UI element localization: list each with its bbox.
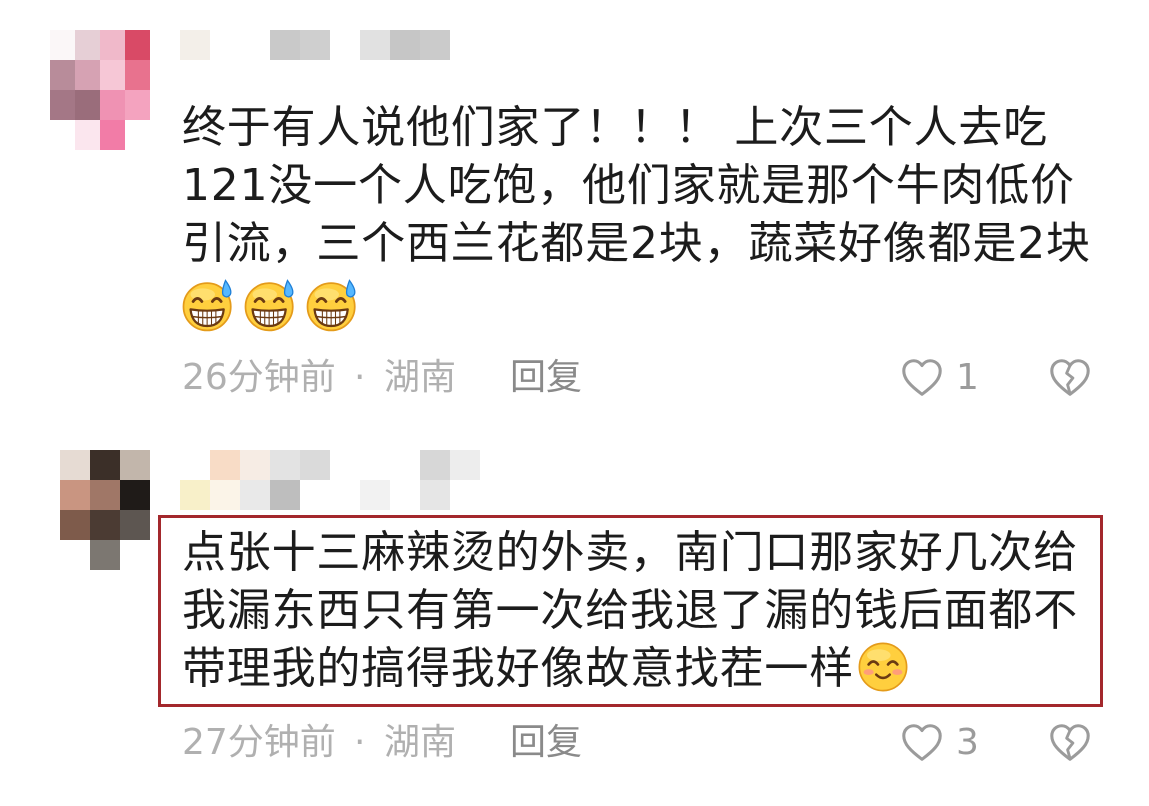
comment-text-line: 点张十三麻辣烫的外卖，南门口那家好几次给 [182, 527, 1078, 578]
timestamp: 26分钟前 [182, 357, 336, 398]
mosaic-cell [60, 480, 90, 510]
mosaic-cell [120, 540, 150, 570]
mosaic-cell [75, 120, 100, 150]
username[interactable] [180, 450, 480, 510]
heart-outline-icon [902, 359, 942, 396]
like-count: 1 [956, 357, 979, 398]
mosaic-cell [50, 60, 75, 90]
comment-meta: 26分钟前 · 湖南 回复 1 [0, 355, 1149, 401]
grinning-face-with-sweat-icon [244, 279, 295, 332]
mosaic-cell [390, 450, 420, 480]
mosaic-cell [75, 90, 100, 120]
mosaic-cell [330, 480, 360, 510]
location: 湖南 [384, 357, 457, 398]
comment-list: 终于有人说他们家了！！！ 上次三个人去吃 121没一个人吃饱，他们家就是那个牛肉… [0, 0, 1149, 806]
mosaic-cell [360, 480, 390, 510]
mosaic-cell [90, 480, 120, 510]
mosaic-cell [50, 90, 75, 120]
grinning-face-with-sweat-icon [306, 279, 357, 332]
mosaic-cell [90, 540, 120, 570]
mosaic-cell [240, 30, 270, 60]
mosaic-cell [120, 480, 150, 510]
broken-heart-icon [1050, 724, 1090, 761]
mosaic-cell [180, 480, 210, 510]
broken-heart-icon [1050, 359, 1090, 396]
mosaic-cell [90, 450, 120, 480]
mosaic-cell [180, 450, 210, 480]
mosaic-cell [180, 30, 210, 60]
mosaic-cell [100, 60, 125, 90]
mosaic-cell [240, 480, 270, 510]
smiling-face-with-blush-icon [858, 642, 908, 692]
mosaic-cell [100, 30, 125, 60]
meta-separator: · [354, 722, 366, 763]
mosaic-cell [60, 540, 90, 570]
mosaic-cell [60, 450, 90, 480]
avatar[interactable] [50, 30, 150, 150]
mosaic-cell [240, 450, 270, 480]
comment-text: 终于有人说他们家了！！！ 上次三个人去吃 121没一个人吃饱，他们家就是那个牛肉… [182, 99, 1122, 273]
comment-text-line: 带理我的搞得我好像故意找茬一样 [182, 640, 1097, 698]
meta-separator: · [354, 357, 366, 398]
mosaic-cell [75, 30, 100, 60]
timestamp: 27分钟前 [182, 722, 336, 763]
mosaic-cell [210, 480, 240, 510]
mosaic-cell [100, 90, 125, 120]
mosaic-cell [50, 120, 75, 150]
mosaic-cell [360, 450, 390, 480]
reply-button[interactable]: 回复 [510, 720, 582, 766]
comment-text-line: 终于有人说他们家了！！！ 上次三个人去吃 [182, 102, 1048, 153]
mosaic-cell [390, 30, 420, 60]
mosaic-cell [330, 450, 360, 480]
comment-text-line: 我漏东西只有第一次给我退了漏的钱后面都不 [182, 585, 1078, 636]
mosaic-cell [125, 30, 150, 60]
mosaic-cell [90, 510, 120, 540]
reply-button[interactable]: 回复 [510, 355, 582, 401]
mosaic-cell [120, 510, 150, 540]
dislike-button[interactable] [1046, 355, 1094, 401]
mosaic-cell [125, 60, 150, 90]
mosaic-cell [420, 30, 450, 60]
comment-text-line: 121没一个人吃饱，他们家就是那个牛肉低价 [182, 160, 1075, 211]
mosaic-cell [60, 510, 90, 540]
dislike-button[interactable] [1046, 720, 1094, 766]
comment-meta: 27分钟前 · 湖南 回复 3 [0, 720, 1149, 766]
mosaic-cell [210, 30, 240, 60]
mosaic-cell [100, 120, 125, 150]
mosaic-cell [420, 450, 450, 480]
like-count: 3 [956, 722, 979, 763]
mosaic-cell [125, 120, 150, 150]
mosaic-cell [210, 450, 240, 480]
heart-outline-icon [902, 724, 942, 761]
username[interactable] [180, 30, 450, 60]
like-button[interactable]: 3 [898, 720, 979, 766]
mosaic-cell [450, 480, 480, 510]
mosaic-cell [120, 450, 150, 480]
mosaic-cell [390, 480, 420, 510]
emoji-row [180, 277, 360, 333]
mosaic-cell [330, 30, 360, 60]
comment-text-segment: 带理我的搞得我好像故意找茬一样 [182, 643, 854, 694]
like-button[interactable]: 1 [898, 355, 979, 401]
mosaic-cell [360, 30, 390, 60]
comment-text: 点张十三麻辣烫的外卖，南门口那家好几次给 我漏东西只有第一次给我退了漏的钱后面都… [182, 524, 1097, 698]
comment-text-line: 引流，三个西兰花都是2块，蔬菜好像都是2块 [182, 218, 1091, 269]
mosaic-cell [75, 60, 100, 90]
avatar[interactable] [60, 450, 150, 570]
grinning-face-with-sweat-icon [182, 279, 233, 332]
mosaic-cell [125, 90, 150, 120]
mosaic-cell [300, 450, 330, 480]
location: 湖南 [384, 722, 457, 763]
mosaic-cell [270, 450, 300, 480]
mosaic-cell [50, 30, 75, 60]
mosaic-cell [450, 450, 480, 480]
mosaic-cell [420, 480, 450, 510]
mosaic-cell [300, 30, 330, 60]
mosaic-cell [300, 480, 330, 510]
mosaic-cell [270, 480, 300, 510]
mosaic-cell [270, 30, 300, 60]
